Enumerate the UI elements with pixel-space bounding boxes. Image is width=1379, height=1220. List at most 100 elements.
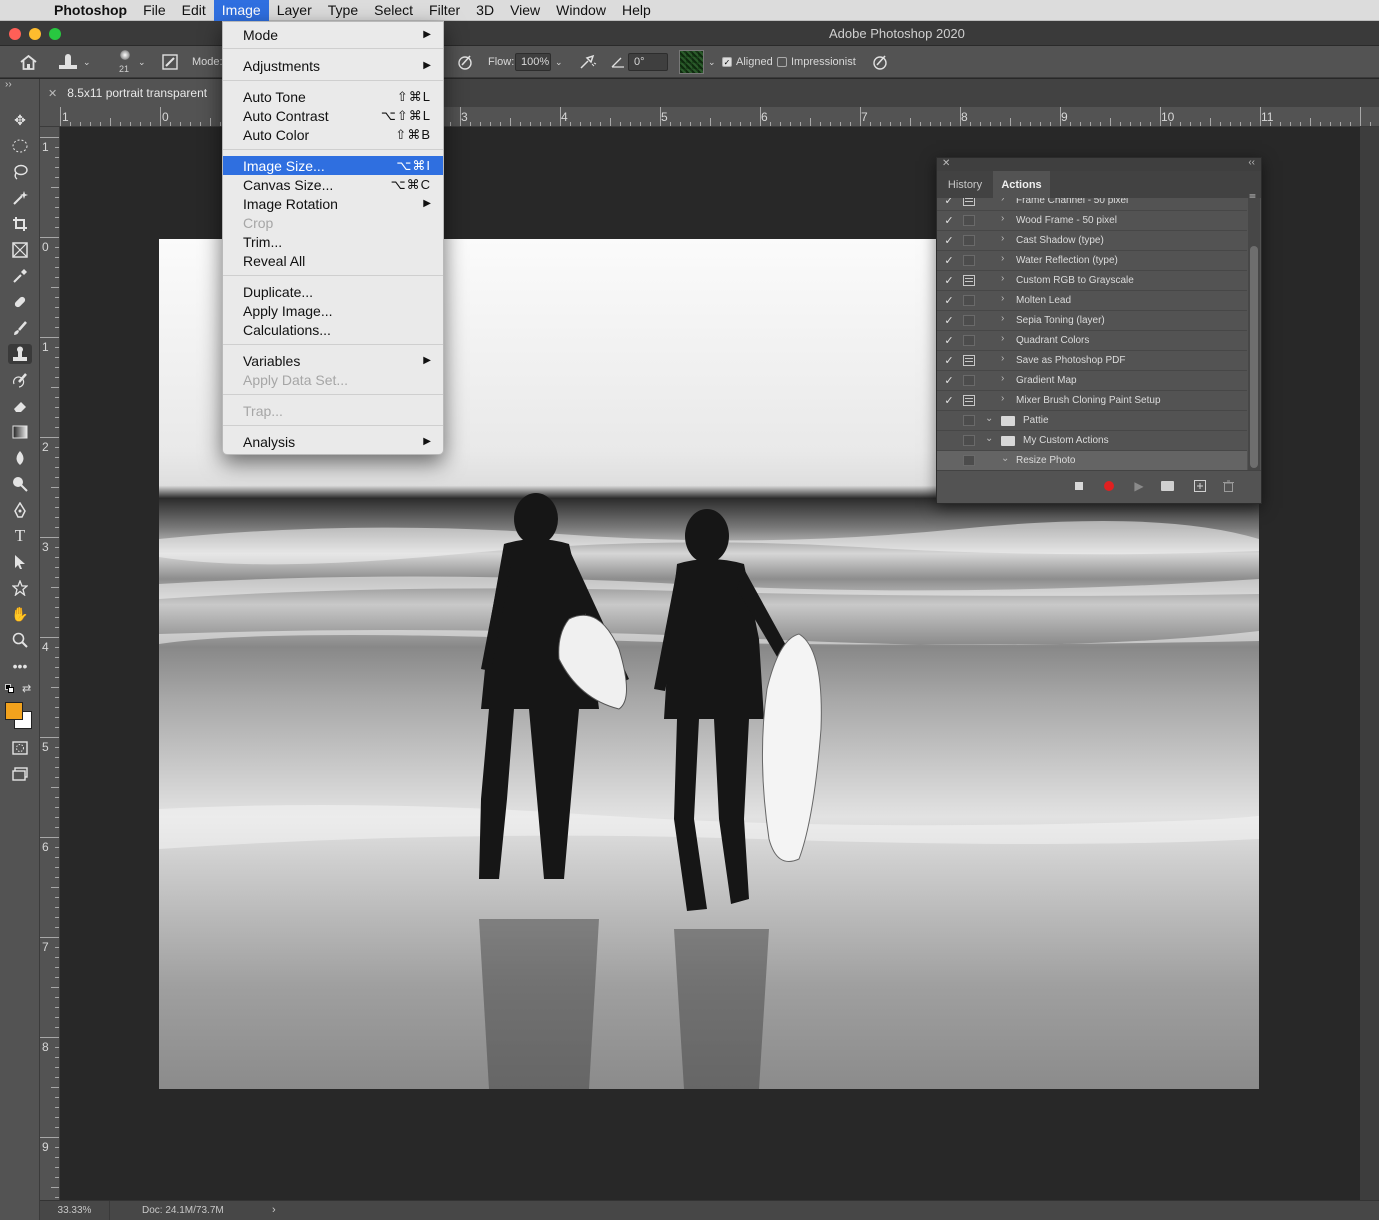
expand-toolbar-icon[interactable]: ›› (5, 79, 12, 90)
menu-item-canvas-size[interactable]: Canvas Size... ⌥⌘C (223, 175, 443, 194)
toggle-checkmark-icon[interactable]: ✓ (943, 334, 955, 347)
list-item[interactable]: ✓ › Cast Shadow (type) (937, 231, 1247, 251)
chevron-right-icon[interactable]: › (272, 1204, 276, 1216)
dialog-toggle-icon[interactable] (963, 215, 975, 226)
chevron-right-icon[interactable]: › (1001, 293, 1004, 304)
blur-tool-icon[interactable] (8, 448, 32, 468)
window-close-button[interactable] (9, 28, 21, 40)
screen-mode-icon[interactable] (8, 764, 32, 784)
menu-item-analysis[interactable]: Analysis ▶ (223, 432, 443, 451)
home-icon[interactable] (17, 46, 39, 78)
dialog-toggle-icon[interactable] (963, 415, 975, 426)
gradient-tool-icon[interactable] (8, 422, 32, 442)
dialog-toggle-icon[interactable] (963, 198, 975, 206)
toggle-checkmark-icon[interactable] (943, 434, 955, 447)
close-panel-icon[interactable]: ✕ (942, 158, 950, 169)
menu-edit[interactable]: Edit (174, 0, 214, 21)
list-item[interactable]: ✓ › Wood Frame - 50 pixel (937, 211, 1247, 231)
dialog-toggle-icon[interactable] (963, 355, 975, 366)
menu-item-auto-tone[interactable]: Auto Tone ⇧⌘L (223, 87, 443, 106)
list-item[interactable]: ✓ › Sepia Toning (layer) (937, 311, 1247, 331)
menu-item-auto-color[interactable]: Auto Color ⇧⌘B (223, 125, 443, 144)
tool-preset-picker[interactable]: ⌄ (57, 46, 97, 78)
chevron-right-icon[interactable]: › (1001, 253, 1004, 264)
chevron-right-icon[interactable]: › (1001, 393, 1004, 404)
toggle-checkmark-icon[interactable]: ✓ (943, 234, 955, 247)
dialog-toggle-icon[interactable] (963, 255, 975, 266)
lasso-tool-icon[interactable] (8, 162, 32, 182)
chevron-down-icon[interactable]: ⌄ (555, 57, 563, 68)
history-brush-tool-icon[interactable] (8, 370, 32, 390)
toggle-checkmark-icon[interactable] (943, 414, 955, 427)
pen-tool-icon[interactable] (8, 500, 32, 520)
chevron-right-icon[interactable]: › (1001, 353, 1004, 364)
shape-tool-icon[interactable] (8, 578, 32, 598)
window-minimize-button[interactable] (29, 28, 41, 40)
new-action-icon[interactable] (1192, 478, 1208, 494)
collapse-panel-icon[interactable]: ‹‹ (1248, 157, 1255, 168)
frame-tool-icon[interactable] (8, 240, 32, 260)
close-document-icon[interactable]: ✕ (48, 87, 57, 100)
toggle-checkmark-icon[interactable]: ✓ (943, 294, 955, 307)
menu-view[interactable]: View (502, 0, 548, 21)
menu-item-apply-image[interactable]: Apply Image... (223, 301, 443, 320)
menu-item-duplicate[interactable]: Duplicate... (223, 282, 443, 301)
toggle-checkmark-icon[interactable]: ✓ (943, 374, 955, 387)
dialog-toggle-icon[interactable] (963, 235, 975, 246)
action-set-item[interactable]: ⌄ My Custom Actions (937, 431, 1247, 451)
toggle-checkmark-icon[interactable]: ✓ (943, 198, 955, 207)
menu-3d[interactable]: 3D (468, 0, 502, 21)
crop-tool-icon[interactable] (8, 214, 32, 234)
document-tab[interactable]: ✕ 8.5x11 portrait transparent (40, 79, 240, 107)
chevron-down-icon[interactable]: ⌄ (1001, 453, 1009, 464)
list-item[interactable]: ✓ › Gradient Map (937, 371, 1247, 391)
toggle-checkmark-icon[interactable]: ✓ (943, 214, 955, 227)
brush-preset-picker[interactable]: 21 ⌄ (112, 46, 152, 78)
menu-help[interactable]: Help (614, 0, 659, 21)
list-item[interactable]: ✓ › Molten Lead (937, 291, 1247, 311)
toggle-checkmark-icon[interactable]: ✓ (943, 394, 955, 407)
vertical-scrollbar[interactable] (1360, 127, 1379, 1200)
list-item[interactable]: ✓ › Water Reflection (type) (937, 251, 1247, 271)
foreground-color-swatch[interactable] (5, 702, 23, 720)
toggle-checkmark-icon[interactable] (943, 454, 955, 467)
dialog-toggle-icon[interactable] (963, 375, 975, 386)
menu-item-calculations[interactable]: Calculations... (223, 320, 443, 339)
toggle-checkmark-icon[interactable]: ✓ (943, 314, 955, 327)
default-colors-icon[interactable] (5, 684, 15, 694)
zoom-level[interactable]: 33.33% (40, 1201, 110, 1220)
brush-settings-icon[interactable] (160, 46, 180, 78)
zoom-tool-icon[interactable] (8, 630, 32, 650)
menu-type[interactable]: Type (320, 0, 366, 21)
menu-file[interactable]: File (135, 0, 174, 21)
dodge-tool-icon[interactable] (8, 474, 32, 494)
dialog-toggle-icon[interactable] (963, 435, 975, 446)
chevron-right-icon[interactable]: › (1001, 233, 1004, 244)
pressure-opacity-icon[interactable] (455, 46, 475, 78)
menu-item-reveal-all[interactable]: Reveal All (223, 251, 443, 270)
dialog-toggle-icon[interactable] (963, 455, 975, 466)
menu-item-variables[interactable]: Variables ▶ (223, 351, 443, 370)
tab-actions[interactable]: Actions (993, 171, 1050, 198)
chevron-down-icon[interactable]: ⌄ (985, 413, 993, 424)
list-item[interactable]: ✓ › Frame Channel - 50 pixel (937, 198, 1247, 211)
flow-input[interactable]: 100% (515, 53, 551, 71)
menu-item-image-rotation[interactable]: Image Rotation ▶ (223, 194, 443, 213)
scrollbar-thumb[interactable] (1250, 246, 1258, 468)
tab-history[interactable]: History (937, 171, 993, 198)
window-zoom-button[interactable] (49, 28, 61, 40)
menu-item-trim[interactable]: Trim... (223, 232, 443, 251)
menu-image[interactable]: Image (213, 0, 269, 21)
panel-scrollbar[interactable] (1248, 198, 1260, 470)
list-item[interactable]: ✓ › Quadrant Colors (937, 331, 1247, 351)
brush-tip-shape-swatch[interactable] (679, 50, 704, 74)
dialog-toggle-icon[interactable] (963, 335, 975, 346)
aligned-option[interactable]: ✓ Aligned (722, 46, 773, 78)
chevron-right-icon[interactable]: › (1001, 333, 1004, 344)
angle-input[interactable]: 0° (628, 53, 668, 71)
menu-item-image-size[interactable]: Image Size... ⌥⌘I (223, 156, 443, 175)
hand-tool-icon[interactable]: ✋ (8, 604, 32, 624)
impressionist-checkbox[interactable] (777, 57, 787, 67)
toggle-checkmark-icon[interactable]: ✓ (943, 254, 955, 267)
path-selection-tool-icon[interactable] (8, 552, 32, 572)
